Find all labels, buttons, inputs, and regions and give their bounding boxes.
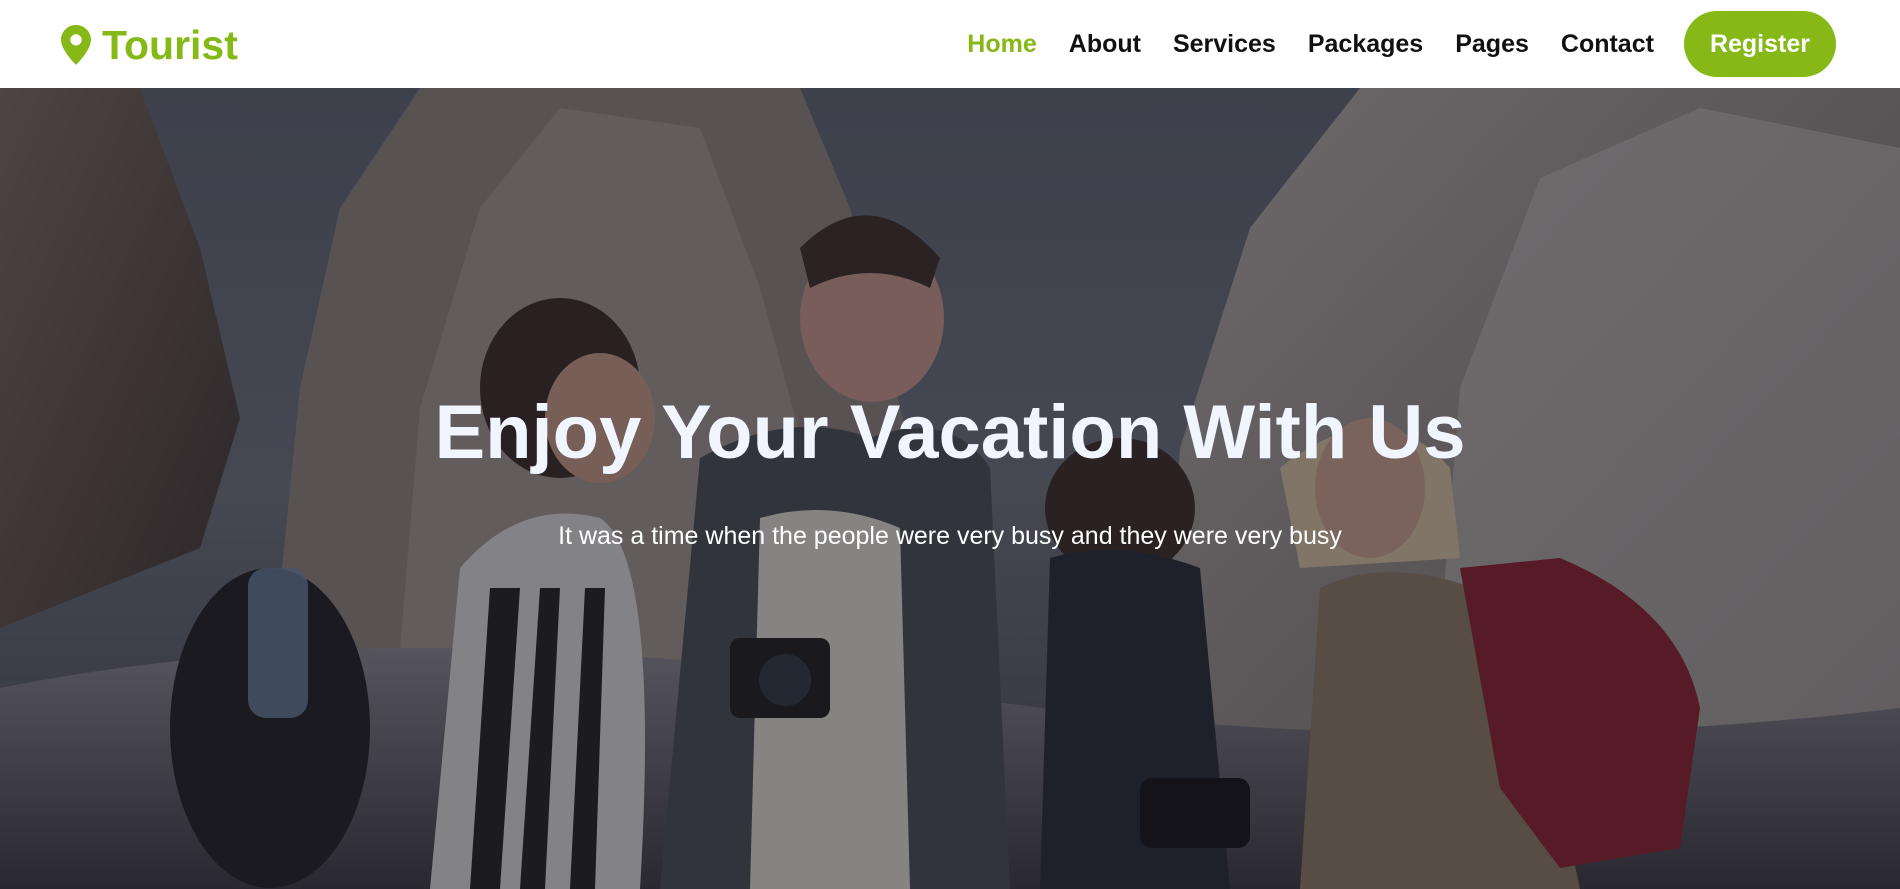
hero-dark-overlay	[0, 88, 1900, 889]
nav-link-contact[interactable]: Contact	[1561, 30, 1654, 59]
brand-logo-link[interactable]: Tourist	[60, 22, 238, 68]
nav-link-about[interactable]: About	[1069, 30, 1141, 59]
nav-link-pages[interactable]: Pages	[1455, 30, 1529, 59]
nav-link-packages[interactable]: Packages	[1308, 30, 1423, 59]
register-button[interactable]: Register	[1683, 11, 1836, 77]
main-nav: Home About Services Packages Pages Conta…	[967, 0, 1900, 88]
hero-subtitle: It was a time when the people were very …	[558, 522, 1342, 550]
brand-name: Tourist	[102, 22, 238, 68]
top-navbar: Tourist Home About Services Packages Pag…	[0, 0, 1900, 88]
nav-link-home[interactable]: Home	[967, 30, 1036, 59]
hero-section: Enjoy Your Vacation With Us It was a tim…	[0, 88, 1900, 889]
hero-title: Enjoy Your Vacation With Us	[434, 390, 1466, 475]
nav-link-services[interactable]: Services	[1173, 30, 1276, 59]
map-pin-icon	[61, 25, 91, 65]
